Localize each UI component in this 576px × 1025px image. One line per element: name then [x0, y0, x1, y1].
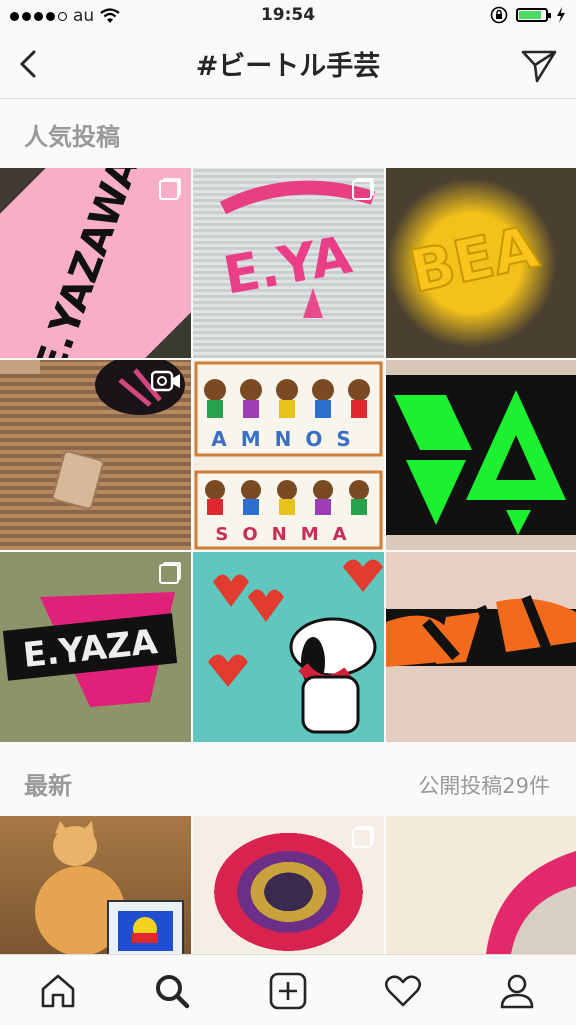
post-count-label: 公開投稿29件: [418, 774, 550, 798]
post-tile[interactable]: [0, 816, 191, 954]
post-tile[interactable]: E.YAZAWA: [0, 168, 191, 358]
heart-icon[interactable]: [383, 971, 423, 1011]
multiple-photos-icon: [159, 564, 179, 584]
rug-photo: [386, 595, 576, 667]
orientation-lock-icon: [490, 6, 508, 24]
svg-text:E.YA: E.YA: [219, 225, 356, 306]
post-tile[interactable]: [386, 552, 576, 742]
post-tile[interactable]: [0, 360, 191, 550]
video-icon: [151, 370, 180, 392]
status-right: [490, 6, 566, 24]
svg-text:AMNOS: AMNOS: [211, 427, 365, 451]
rug-photo: [486, 851, 576, 954]
post-tile[interactable]: E.YAZA: [0, 552, 191, 742]
rug-photo: BEA: [403, 212, 545, 307]
rug-photo: [394, 390, 566, 535]
tab-bar: [0, 954, 576, 1025]
post-tile[interactable]: BEA: [386, 168, 576, 358]
cat-photo: [35, 821, 184, 954]
charging-icon: [557, 7, 565, 23]
search-icon[interactable]: [152, 971, 192, 1011]
profile-icon[interactable]: [497, 971, 537, 1011]
post-tile[interactable]: AMNOS SONMA: [193, 360, 384, 550]
status-bar: au 19:54: [0, 0, 576, 32]
rug-photo: AMNOS SONMA: [194, 361, 383, 550]
paper-plane-icon[interactable]: [520, 46, 558, 84]
post-tile[interactable]: [193, 552, 384, 742]
nav-bar: #ビートル手芸: [0, 32, 576, 99]
svg-text:E.YAZAWA: E.YAZAWA: [27, 168, 149, 358]
recent-heading: 最新: [24, 772, 72, 800]
battery-icon: [516, 8, 551, 22]
add-post-icon[interactable]: [268, 971, 308, 1011]
top-posts-heading: 人気投稿: [24, 123, 120, 151]
recent-posts-grid: [0, 816, 576, 954]
rug-photo: [208, 559, 383, 734]
svg-text:BEA: BEA: [404, 213, 544, 306]
home-icon[interactable]: [38, 971, 78, 1011]
multiple-photos-icon: [352, 828, 372, 848]
page-title: #ビートル手芸: [195, 51, 381, 82]
svg-text:SONMA: SONMA: [215, 524, 360, 545]
post-tile[interactable]: [193, 816, 384, 954]
multiple-photos-icon: [352, 180, 372, 200]
multiple-photos-icon: [159, 180, 179, 200]
top-posts-grid: E.YAZAWA E.YA BEA AMNOS SONMA E.YAZA: [0, 168, 576, 742]
post-tile[interactable]: [386, 816, 576, 954]
post-tile[interactable]: [386, 360, 576, 550]
post-tile[interactable]: E.YA: [193, 168, 384, 358]
